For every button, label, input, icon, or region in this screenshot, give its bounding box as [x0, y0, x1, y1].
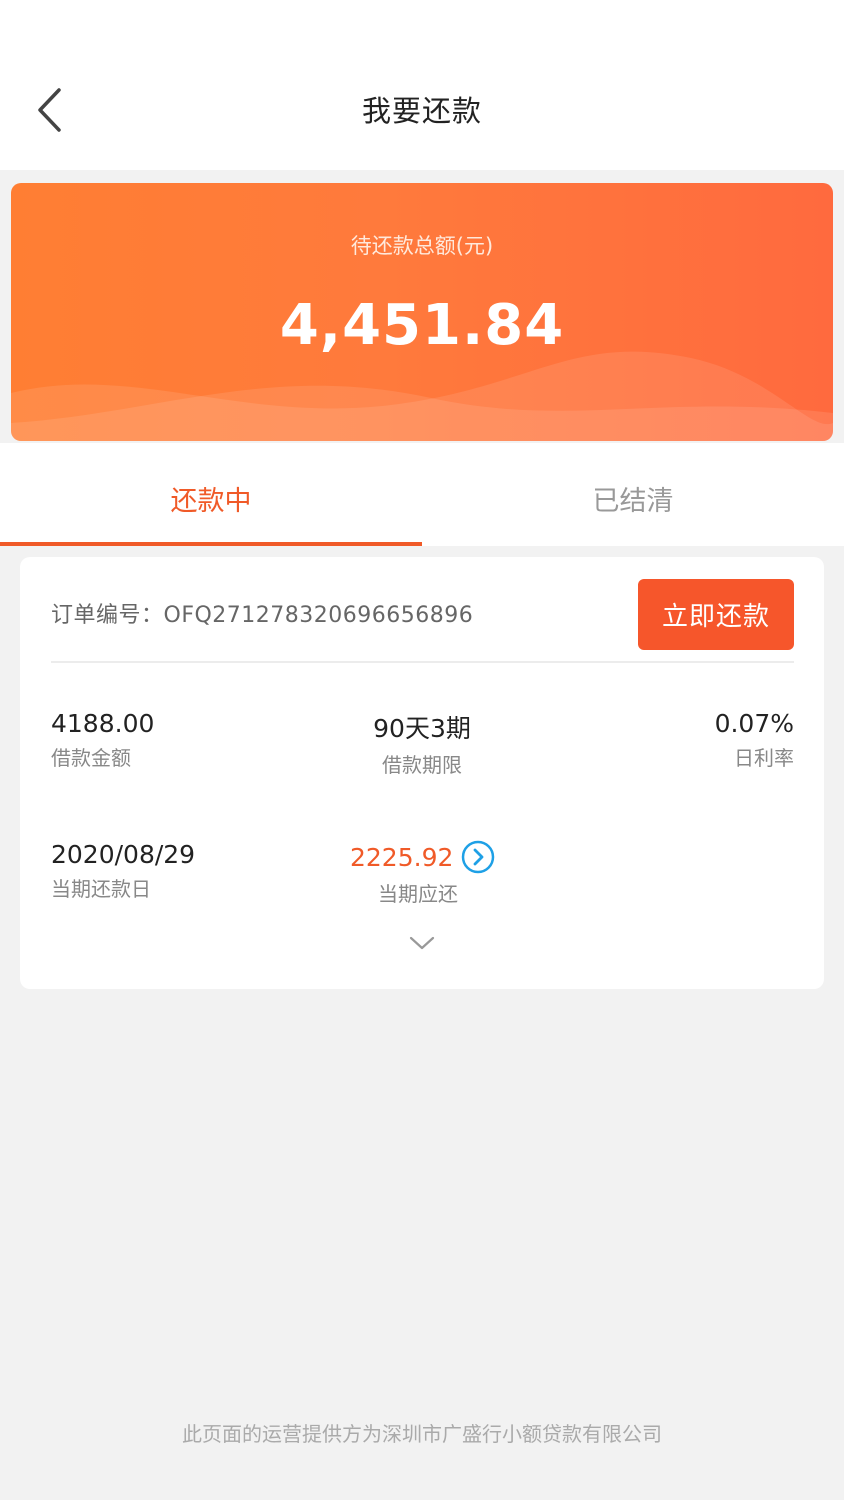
daily-rate-label: 日利率	[734, 746, 794, 770]
due-date-value: 2020/08/29	[51, 840, 196, 869]
order-card: 订单编号：OFQ271278320696656896 立即还款 4188.00 …	[20, 557, 824, 989]
order-number: 订单编号：OFQ271278320696656896	[51, 597, 473, 629]
loan-amount: 4188.00 借款金额	[51, 709, 154, 771]
chevron-right-circle-icon[interactable]	[461, 840, 495, 874]
tab-repaying[interactable]: 还款中	[0, 443, 422, 546]
current-due-value: 2225.92	[350, 842, 454, 872]
operator-disclaimer: 此页面的运营提供方为深圳市广盛行小额贷款有限公司	[182, 1422, 662, 1446]
daily-rate: 0.07% 日利率	[715, 709, 794, 771]
repayment-page: 我要还款 待还款总额(元) 4,451.84 还款中 已结清 订单编号：OFQ2…	[0, 0, 844, 1500]
pay-now-button[interactable]: 立即还款	[638, 579, 794, 650]
tab-bar: 还款中 已结清	[0, 443, 844, 546]
loan-term: 90天3期 借款期限	[320, 709, 524, 778]
total-due-amount: 4,451.84	[279, 293, 565, 358]
tab-settled[interactable]: 已结清	[422, 443, 844, 546]
total-due-card: 待还款总额(元) 4,451.84	[11, 183, 833, 441]
divider	[51, 661, 794, 663]
daily-rate-value: 0.07%	[714, 709, 794, 738]
current-due-amount: 2225.92	[350, 840, 495, 874]
loan-term-value: 90天3期	[373, 714, 471, 743]
total-due-label: 待还款总额(元)	[350, 234, 494, 258]
expand-button[interactable]	[406, 927, 438, 959]
tab-settled-label: 已结清	[592, 486, 674, 517]
order-number-value: OFQ271278320696656896	[163, 603, 474, 628]
nav-bar: 我要还款	[0, 0, 844, 170]
chevron-down-icon	[409, 936, 435, 950]
loan-term-label: 借款期限	[382, 753, 462, 777]
due-date: 2020/08/29 当期还款日	[51, 840, 195, 902]
loan-amount-value: 4188.00	[51, 709, 155, 738]
tab-repaying-label: 还款中	[170, 486, 252, 517]
tab-active-indicator	[0, 542, 422, 546]
order-number-label: 订单编号：	[51, 603, 164, 628]
current-due-label: 当期应还	[378, 882, 458, 906]
page-title: 我要还款	[361, 94, 482, 128]
due-date-label: 当期还款日	[51, 877, 151, 901]
current-due[interactable]: 2225.92 当期应还	[350, 840, 495, 907]
loan-amount-label: 借款金额	[51, 746, 131, 770]
